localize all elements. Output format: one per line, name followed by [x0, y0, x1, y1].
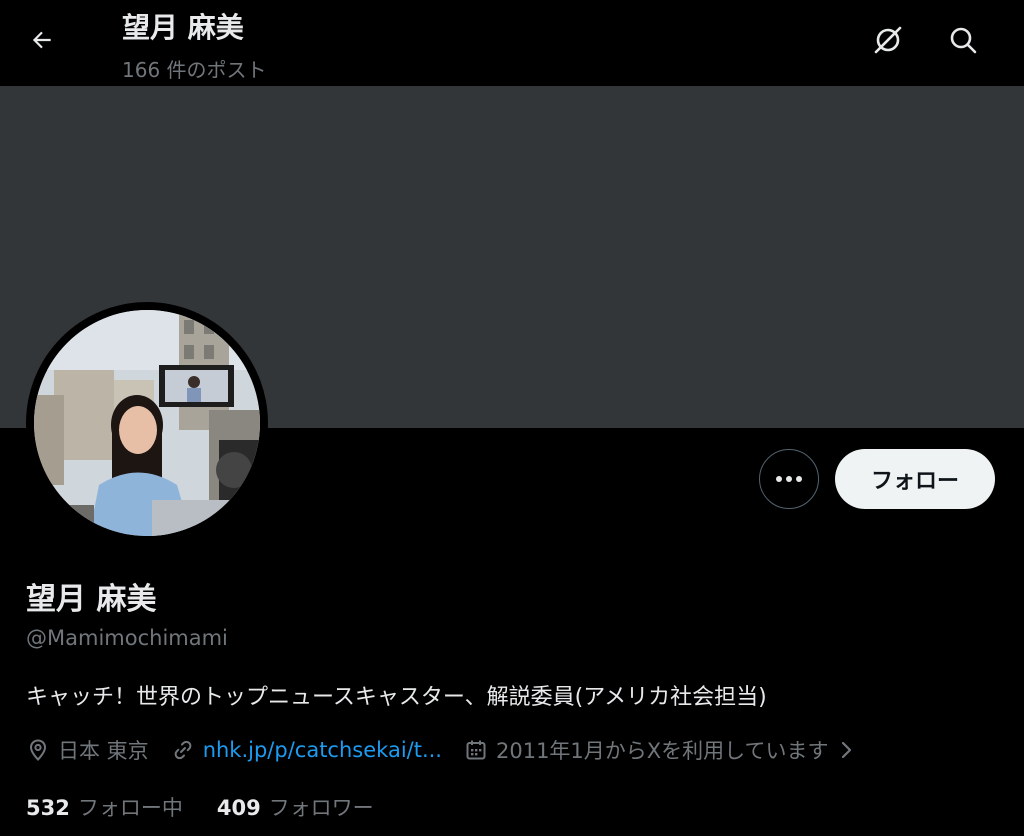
location-pin-icon: [29, 739, 47, 761]
followers-count: 409: [216, 796, 261, 820]
followers-link[interactable]: 409 フォロワー: [217, 792, 374, 822]
avatar-photo: [34, 310, 260, 536]
search-icon: [950, 27, 977, 54]
more-options-button[interactable]: [759, 449, 819, 509]
follow-button[interactable]: フォロー: [835, 449, 995, 509]
header-title: 望月 麻美: [122, 11, 244, 44]
search-button[interactable]: [943, 20, 983, 60]
back-button[interactable]: [22, 20, 62, 60]
joined-text: 2011年1月からXを利用しています: [495, 739, 829, 763]
arrow-left-icon: [32, 31, 51, 49]
website-item[interactable]: nhk.jp/p/catchsekai/t...: [171, 738, 442, 762]
header-post-count: 166 件のポスト: [122, 58, 267, 82]
notification-toggle-button[interactable]: [868, 20, 908, 60]
profile-meta: 日本 東京 nhk.jp/p/catchsekai/t... 2011年1月から…: [26, 732, 857, 768]
ellipsis-icon: [776, 476, 802, 482]
chevron-right-icon: [841, 741, 851, 759]
notification-off-icon: [874, 26, 902, 54]
user-handle: @Mamimochimami: [26, 626, 228, 650]
display-name: 望月 麻美: [26, 582, 157, 617]
following-count: 532: [26, 796, 70, 820]
joined-item[interactable]: 2011年1月からXを利用しています: [464, 735, 857, 765]
calendar-icon: [466, 740, 486, 760]
following-label: フォロー中: [77, 796, 183, 820]
link-icon: [174, 740, 192, 760]
avatar[interactable]: [34, 310, 260, 536]
location-item: 日本 東京: [26, 735, 149, 765]
top-bar: 望月 麻美 166 件のポスト: [0, 0, 1024, 86]
follow-stats: 532 フォロー中 409 フォロワー: [26, 792, 408, 822]
profile-bio: キャッチ！世界のトップニュースキャスター、解説委員(アメリカ社会担当): [26, 685, 767, 710]
following-link[interactable]: 532 フォロー中: [26, 792, 183, 822]
website-link[interactable]: nhk.jp/p/catchsekai/t...: [203, 738, 442, 762]
followers-label: フォロワー: [268, 796, 374, 820]
location-text: 日本 東京: [58, 739, 149, 763]
